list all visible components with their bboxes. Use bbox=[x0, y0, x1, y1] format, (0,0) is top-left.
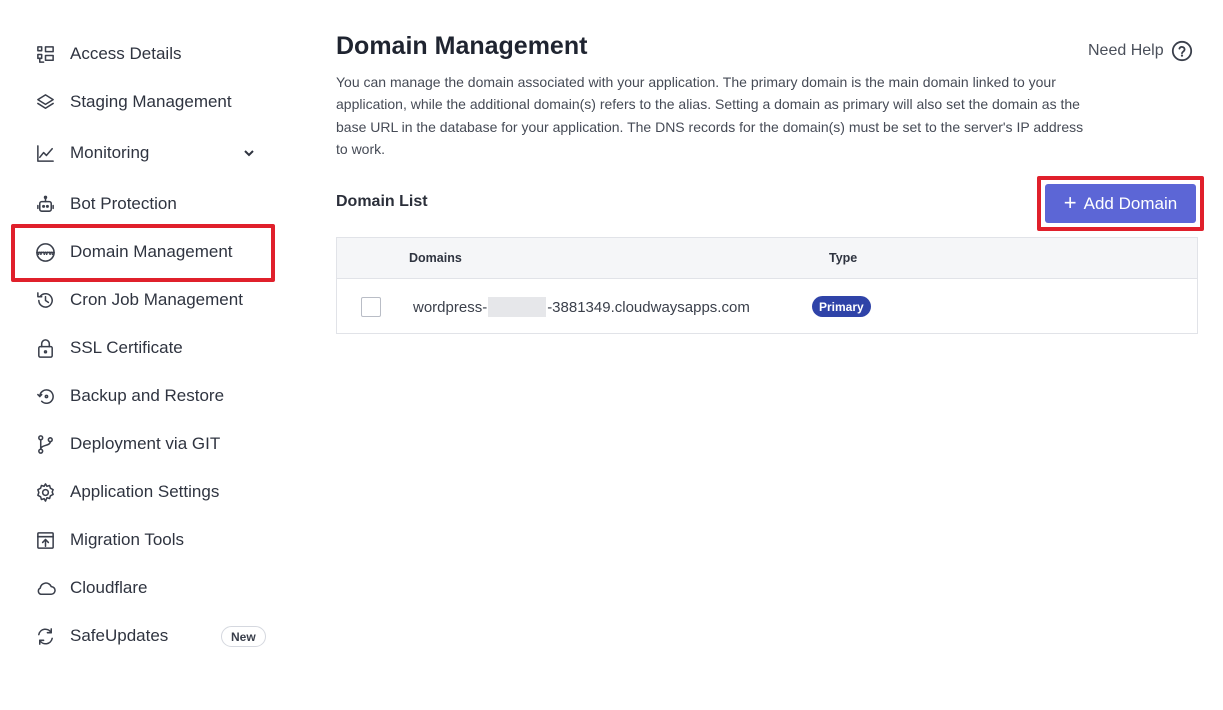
sidebar-item-label: Monitoring bbox=[70, 143, 150, 162]
domain-name: wordpress- -3881349.cloudwaysapps.com bbox=[413, 297, 750, 317]
access-details-icon bbox=[34, 43, 56, 65]
sidebar-item-label: Deployment via GIT bbox=[70, 434, 221, 453]
sidebar-item-domain-management[interactable]: www Domain Management bbox=[34, 237, 274, 267]
sidebar-item-label: Backup and Restore bbox=[70, 386, 225, 405]
sidebar-item-application-settings[interactable]: Application Settings bbox=[34, 477, 274, 507]
column-header-type: Type bbox=[829, 251, 858, 265]
domain-prefix: wordpress- bbox=[413, 298, 488, 316]
column-header-domains: Domains bbox=[409, 251, 462, 265]
sidebar-item-label: SafeUpdates bbox=[70, 626, 169, 645]
sidebar-item-access-details[interactable]: Access Details bbox=[34, 39, 274, 69]
layers-icon bbox=[34, 91, 56, 113]
sidebar-item-backup-and-restore[interactable]: Backup and Restore bbox=[34, 381, 274, 411]
lock-icon bbox=[34, 337, 56, 359]
sidebar-item-monitoring[interactable]: Monitoring bbox=[34, 138, 274, 168]
robot-icon bbox=[34, 193, 56, 215]
table-row: wordpress- -3881349.cloudwaysapps.com Pr… bbox=[337, 279, 1197, 333]
redacted-block bbox=[488, 297, 547, 317]
sidebar-item-deployment-via-git[interactable]: Deployment via GIT bbox=[34, 429, 274, 459]
need-help-label: Need Help bbox=[1088, 42, 1164, 59]
domain-table: Domains Type wordpress- -3881349.cloudwa… bbox=[336, 237, 1198, 334]
sidebar-item-bot-protection[interactable]: Bot Protection bbox=[34, 189, 274, 219]
page-title: Domain Management bbox=[336, 32, 588, 60]
question-circle-icon bbox=[1171, 40, 1192, 62]
sidebar-item-label: Cron Job Management bbox=[70, 290, 243, 309]
page-description: You can manage the domain associated wit… bbox=[336, 74, 1084, 157]
sidebar-item-label: Application Settings bbox=[70, 482, 220, 501]
add-domain-label: Add Domain bbox=[1083, 193, 1178, 213]
line-chart-icon bbox=[34, 142, 56, 164]
clock-history-icon bbox=[34, 289, 56, 311]
migration-icon bbox=[34, 529, 56, 551]
sidebar-item-label: Bot Protection bbox=[70, 194, 177, 213]
table-header: Domains Type bbox=[337, 238, 1197, 279]
sidebar-item-migration-tools[interactable]: Migration Tools bbox=[34, 525, 274, 555]
domain-suffix: -3881349.cloudwaysapps.com bbox=[547, 298, 750, 316]
restore-icon bbox=[34, 385, 56, 407]
sidebar-item-cloudflare[interactable]: Cloudflare bbox=[34, 573, 274, 603]
chevron-down-icon[interactable] bbox=[242, 146, 256, 160]
highlight-annotation-add-domain: + Add Domain bbox=[1037, 176, 1204, 231]
plus-icon: + bbox=[1063, 189, 1077, 215]
svg-text:www: www bbox=[36, 249, 53, 256]
gear-icon bbox=[34, 481, 56, 503]
add-domain-button[interactable]: + Add Domain bbox=[1045, 184, 1196, 223]
row-checkbox[interactable] bbox=[361, 297, 381, 317]
sidebar-item-label: Access Details bbox=[70, 44, 182, 63]
sidebar-item-staging-management[interactable]: Staging Management bbox=[34, 87, 274, 117]
need-help-link[interactable]: Need Help bbox=[1088, 40, 1193, 62]
sidebar-item-label: Domain Management bbox=[70, 242, 233, 261]
sidebar-item-cron-job-management[interactable]: Cron Job Management bbox=[34, 285, 274, 315]
type-badge-primary: Primary bbox=[812, 296, 871, 317]
git-branch-icon bbox=[34, 433, 56, 455]
sidebar-item-label: SSL Certificate bbox=[70, 338, 183, 357]
www-globe-icon: www bbox=[34, 241, 56, 263]
refresh-icon bbox=[34, 625, 56, 647]
sidebar: Access Details Staging Management Monito… bbox=[0, 0, 290, 710]
new-badge: New bbox=[221, 626, 266, 647]
domain-list-title: Domain List bbox=[336, 193, 428, 210]
sidebar-item-ssl-certificate[interactable]: SSL Certificate bbox=[34, 333, 274, 363]
cloud-icon bbox=[34, 577, 56, 599]
sidebar-item-label: Migration Tools bbox=[70, 530, 185, 549]
sidebar-item-label: Cloudflare bbox=[70, 578, 148, 597]
sidebar-item-safeupdates[interactable]: SafeUpdates New bbox=[34, 621, 274, 651]
sidebar-item-label: Staging Management bbox=[70, 92, 232, 111]
